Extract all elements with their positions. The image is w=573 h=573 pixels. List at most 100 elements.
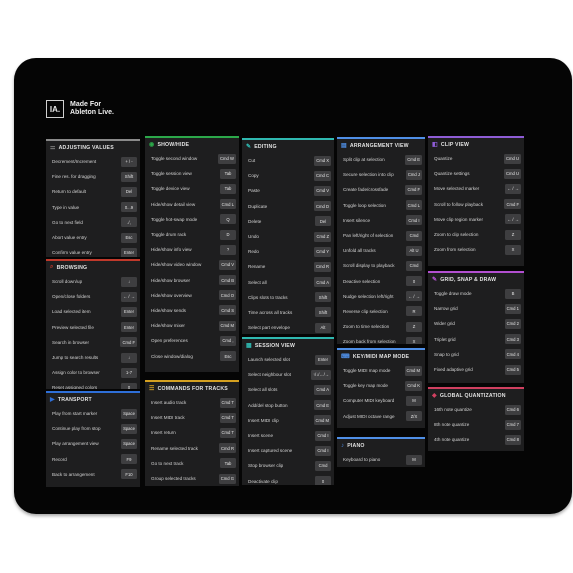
- shortcut-label: Group selected tracks: [151, 476, 196, 482]
- shortcut-key: 1-7: [121, 367, 137, 378]
- shortcut-label: Launch selected slot: [248, 357, 290, 363]
- shortcut-label: Fixed adaptive grid: [434, 367, 473, 373]
- shortcut-key: Enter: [315, 354, 331, 365]
- pencil-icon: ✎: [432, 277, 438, 283]
- shortcut-key: Alt: [315, 322, 331, 333]
- section-title: ◆ Global Quantization: [428, 389, 524, 402]
- shortcut-key: Cmd U: [503, 153, 521, 164]
- shortcut-row: Pan left/right of selection Cmd: [337, 228, 425, 243]
- shortcut-key: Cmd O: [218, 290, 236, 301]
- section-title-text: Clip View: [440, 141, 470, 148]
- shortcut-key: Tab: [220, 458, 236, 469]
- shortcut-key: ↓: [121, 276, 137, 287]
- shortcut-row: Insert silence Cmd I: [337, 213, 425, 228]
- shortcut-key: ?: [220, 244, 236, 255]
- shortcut-label: Toggle draw mode: [434, 291, 472, 297]
- shortcut-row: Insert return Cmd T: [145, 425, 239, 440]
- shortcut-row: Move clip region marker ← / →: [428, 212, 524, 227]
- shortcut-label: Toggle hot-swap mode: [151, 216, 198, 222]
- section-title-text: Commands for Tracks: [157, 385, 228, 392]
- shortcut-label: Zoom to clip selection: [434, 232, 479, 238]
- shortcut-key: ← / →: [406, 291, 422, 302]
- shortcut-key: X: [406, 336, 422, 344]
- shortcut-row: Toggle device view Tab: [145, 181, 239, 196]
- shortcut-row: Toggle draw mode B: [428, 286, 524, 301]
- shortcut-row: Continue play from stop Space: [46, 421, 140, 436]
- shortcut-row: 16th note quantize Cmd 6: [428, 402, 524, 417]
- shortcut-key: Cmd F: [405, 184, 422, 195]
- shortcut-label: Toggle key map mode: [343, 383, 388, 389]
- shortcut-row: Go to next track Tab: [145, 456, 239, 471]
- shortcut-row: Scroll display to playback Cmd: [337, 258, 425, 273]
- brand-line-1: Made For: [70, 101, 102, 108]
- panel-editing: ✎ Editing Cut Cmd X Copy Cmd C Paste Cmd V Dupli…: [242, 138, 334, 334]
- shortcut-label: Toggle device view: [151, 186, 190, 192]
- panel-clip-view: ◧ Clip View Quantize Cmd U Quantize settings…: [428, 136, 524, 266]
- section-title: ✎ Editing: [242, 140, 334, 153]
- shortcut-key: Cmd G: [218, 473, 236, 484]
- shortcut-row: Zoom to time selection Z: [337, 319, 425, 334]
- brand-mark: IA.: [46, 100, 64, 118]
- shortcut-key: Cmd T: [219, 412, 236, 423]
- section-title: ⌨ Key/MIDI Map Mode: [337, 350, 425, 363]
- shortcut-row: Deactivate clip 0: [242, 474, 334, 485]
- shortcut-label: Toggle loop selection: [343, 202, 386, 208]
- shortcut-row: Preview selected file Enter: [46, 320, 140, 335]
- shortcut-row: Narrow grid Cmd 1: [428, 301, 524, 316]
- shortcut-label: Toggle drum rack: [151, 232, 187, 238]
- shortcut-key: Cmd 4: [504, 349, 521, 360]
- shortcut-label: Keyboard to piano: [343, 457, 381, 463]
- shortcut-key: Cmd 3: [504, 334, 521, 345]
- shortcut-key: Cmd 6: [504, 404, 521, 415]
- shortcut-key: Cmd M: [218, 320, 236, 331]
- shortcut-label: Zoom from selection: [434, 247, 476, 253]
- shortcut-label: Add/del stop button: [248, 402, 288, 408]
- shortcut-label: Type in value: [52, 204, 80, 210]
- shortcut-key: Cmd ,: [220, 335, 236, 346]
- section-title: ▤ Arrangement View: [337, 139, 425, 152]
- shortcut-row: Secure selection into clip Cmd J: [337, 167, 425, 182]
- shortcut-row: Toggle hot-swap mode Q: [145, 212, 239, 227]
- shortcut-label: Scroll display to playback: [343, 263, 395, 269]
- shortcut-label: Continue play from stop: [52, 426, 101, 432]
- shortcut-key: Z: [505, 229, 521, 240]
- shortcut-label: Select all slots: [248, 387, 278, 393]
- shortcut-key: Cmd 5: [504, 364, 521, 375]
- shortcut-key: Cmd I: [406, 215, 422, 226]
- transport-icon: ▶: [50, 397, 55, 403]
- shortcut-label: Time across all tracks: [248, 309, 293, 315]
- shortcut-label: Quantize: [434, 156, 453, 162]
- shortcut-key: Cmd L: [219, 199, 236, 210]
- shortcut-label: Play arrangement view: [52, 441, 99, 447]
- shortcut-row: Hide/show sends Cmd S: [145, 303, 239, 318]
- shortcut-row: Play arrangement view Space: [46, 436, 140, 451]
- shortcut-label: Rename: [248, 264, 266, 270]
- clip-icon: ◧: [432, 142, 438, 148]
- shortcut-row: 8th note quantize Cmd 7: [428, 417, 524, 432]
- shortcut-row: Cut Cmd X: [242, 153, 334, 168]
- shortcut-row: Confirm value entry Enter: [46, 245, 140, 257]
- shortcut-label: Jump to search results: [52, 355, 99, 361]
- shortcut-key: Q: [220, 214, 236, 225]
- shortcut-key: Z: [406, 321, 422, 332]
- shortcut-label: Record: [52, 456, 67, 462]
- shortcut-row: Zoom back from selection X: [337, 334, 425, 344]
- shortcut-key: Alt U: [406, 245, 422, 256]
- shortcut-label: Insert captured scene: [248, 448, 293, 454]
- shortcut-key: Cmd I: [315, 445, 331, 456]
- shortcut-label: Insert MIDI track: [151, 415, 185, 421]
- shortcut-label: Stop browser clip: [248, 463, 284, 469]
- shortcut-row: Stop browser clip Cmd: [242, 458, 334, 473]
- shortcut-label: Zoom back from selection: [343, 339, 396, 344]
- panel-session-view: ▦ Session View Launch selected slot Enter Se…: [242, 337, 334, 485]
- panel-transport: ▶ Transport Play from start marker Space Con…: [46, 391, 140, 487]
- shortcut-key: Enter: [121, 306, 137, 317]
- shortcut-label: Zoom to time selection: [343, 324, 390, 330]
- shortcut-row: Time across all tracks Shift: [242, 305, 334, 320]
- shortcut-row: Quantize settings Cmd U: [428, 166, 524, 181]
- panel-commands-for-tracks: ☰ Commands for Tracks Insert audio track Cm…: [145, 380, 239, 486]
- shortcut-key: Cmd V: [219, 259, 236, 270]
- shortcut-key: Cmd V: [314, 185, 331, 196]
- section-title-text: Key/MIDI Map Mode: [352, 353, 410, 360]
- shortcut-row: Return to default Del: [46, 184, 140, 199]
